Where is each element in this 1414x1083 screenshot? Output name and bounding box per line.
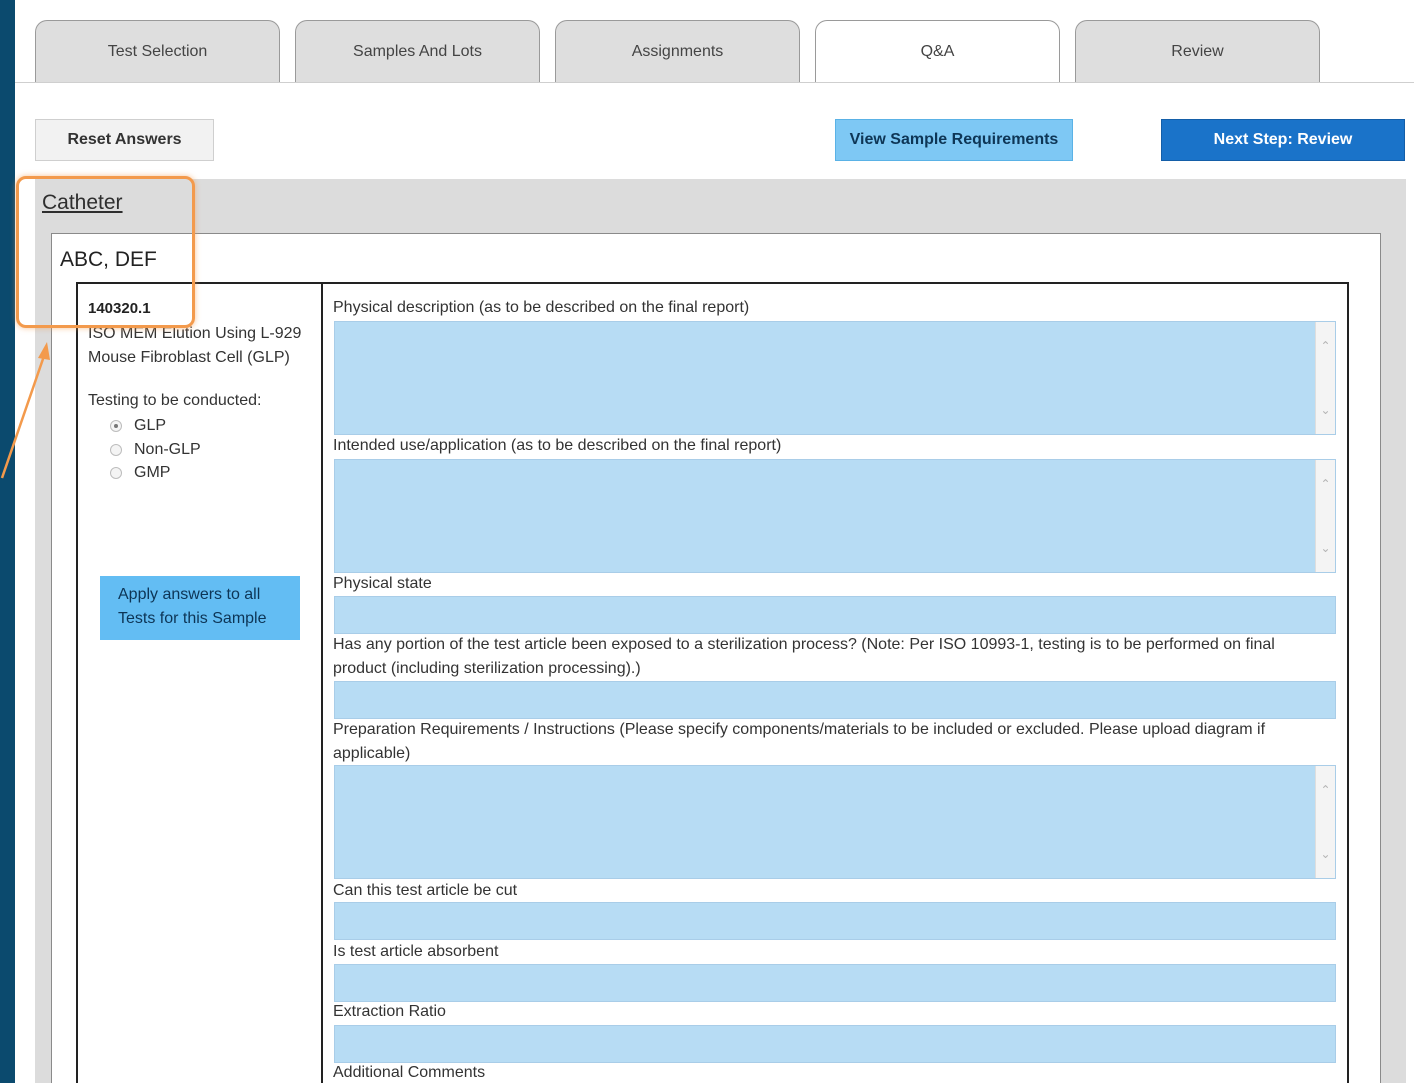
tab-assignments[interactable]: Assignments <box>555 20 800 82</box>
radio-unchecked-icon[interactable] <box>110 444 122 456</box>
testing-label: Testing to be conducted: <box>88 392 262 409</box>
scroll-down-icon[interactable]: ⌄ <box>1316 844 1335 864</box>
test-name: ISO MEM Elution Using L-929 Mouse Fibrob… <box>88 325 302 366</box>
sterilization-input[interactable] <box>334 681 1336 719</box>
test-id: 140320.1 <box>88 300 151 317</box>
tab-review[interactable]: Review <box>1075 20 1320 82</box>
questions-column: Physical description (as to be described… <box>323 284 1347 1083</box>
app-window: Test Selection Samples And Lots Assignme… <box>15 0 1414 1083</box>
question-label: Physical description (as to be described… <box>333 299 750 316</box>
scroll-down-icon[interactable]: ⌄ <box>1316 400 1335 420</box>
textarea-scrollbar[interactable]: ⌃ ⌄ <box>1315 460 1335 572</box>
physical-state-input[interactable] <box>334 596 1336 634</box>
question-label: Has any portion of the test article been… <box>333 636 1275 677</box>
question-label: Additional Comments <box>333 1064 486 1081</box>
radio-checked-icon[interactable] <box>110 420 122 432</box>
question-label: Extraction Ratio <box>333 1003 446 1020</box>
scroll-up-icon[interactable]: ⌃ <box>1316 336 1335 356</box>
test-qa-table: 140320.1 ISO MEM Elution Using L-929 Mou… <box>76 282 1349 1083</box>
physical-description-textarea[interactable]: ⌃ ⌄ <box>334 321 1336 435</box>
radio-label: GLP <box>134 417 167 434</box>
question-label: Can this test article be cut <box>333 882 518 899</box>
radio-option-glp[interactable]: GLP <box>110 415 166 437</box>
scroll-down-icon[interactable]: ⌄ <box>1316 538 1335 558</box>
sample-title: ABC, DEF <box>60 248 157 271</box>
radio-label: Non-GLP <box>134 441 201 458</box>
test-info-column: 140320.1 ISO MEM Elution Using L-929 Mou… <box>78 284 323 1083</box>
tab-test-selection[interactable]: Test Selection <box>35 20 280 82</box>
apply-answers-button[interactable]: Apply answers to all Tests for this Samp… <box>100 576 300 640</box>
next-step-review-button[interactable]: Next Step: Review <box>1161 119 1405 161</box>
sample-section: Catheter ABC, DEF 140320.1 ISO MEM Eluti… <box>35 179 1406 1083</box>
question-label: Intended use/application (as to be descr… <box>333 437 782 454</box>
tab-qa[interactable]: Q&A <box>815 20 1060 82</box>
intended-use-textarea[interactable]: ⌃ ⌄ <box>334 459 1336 573</box>
scroll-up-icon[interactable]: ⌃ <box>1316 780 1335 800</box>
question-label: Preparation Requirements / Instructions … <box>333 721 1266 762</box>
tabs-divider <box>15 82 1414 83</box>
radio-label: GMP <box>134 464 171 481</box>
radio-unchecked-icon[interactable] <box>110 467 122 479</box>
preparation-requirements-textarea[interactable]: ⌃ ⌄ <box>334 765 1336 879</box>
radio-option-non-glp[interactable]: Non-GLP <box>110 439 201 461</box>
can-be-cut-input[interactable] <box>334 902 1336 940</box>
tab-samples-and-lots[interactable]: Samples And Lots <box>295 20 540 82</box>
section-title-link[interactable]: Catheter <box>42 191 123 215</box>
extraction-ratio-input[interactable] <box>334 1025 1336 1063</box>
question-label: Physical state <box>333 575 432 592</box>
scroll-up-icon[interactable]: ⌃ <box>1316 474 1335 494</box>
view-sample-requirements-button[interactable]: View Sample Requirements <box>835 119 1073 161</box>
sample-panel: ABC, DEF 140320.1 ISO MEM Elution Using … <box>51 233 1381 1083</box>
absorbent-input[interactable] <box>334 964 1336 1002</box>
textarea-scrollbar[interactable]: ⌃ ⌄ <box>1315 322 1335 434</box>
reset-answers-button[interactable]: Reset Answers <box>35 119 214 161</box>
question-label: Is test article absorbent <box>333 943 499 960</box>
radio-option-gmp[interactable]: GMP <box>110 462 170 484</box>
textarea-scrollbar[interactable]: ⌃ ⌄ <box>1315 766 1335 878</box>
wizard-tabs: Test Selection Samples And Lots Assignme… <box>15 20 1414 84</box>
